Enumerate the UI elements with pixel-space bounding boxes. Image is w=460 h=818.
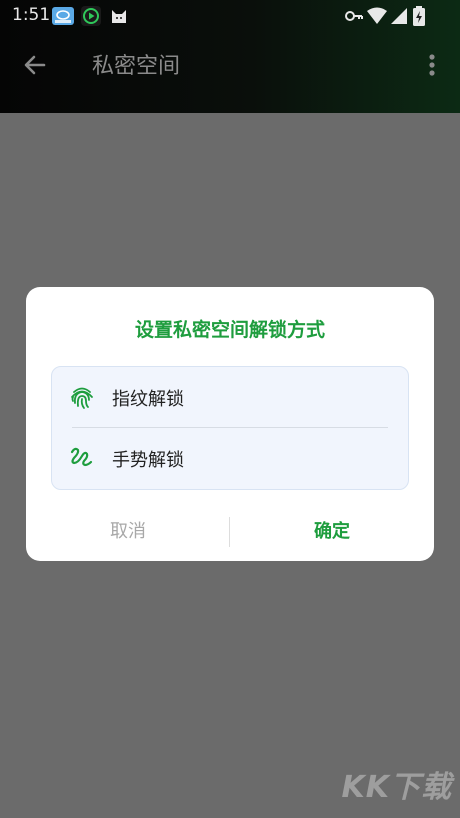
screen: 1:51 私密空间 设置私密空间解锁方式 指纹解锁 手势解锁 取消 确定 KK下… [0,0,460,818]
toolbar: 私密空间 [0,32,460,96]
more-vert-icon[interactable] [420,50,444,80]
fingerprint-icon [71,387,93,409]
play-circle-icon [81,6,101,26]
page-title: 私密空间 [92,54,181,79]
confirm-button[interactable]: 确定 [230,512,434,552]
option-label: 手势解锁 [112,450,184,471]
watermark-logo: KK下载 [341,770,452,805]
app-header: 1:51 私密空间 [0,0,460,113]
status-time: 1:51 [12,5,51,25]
gesture-icon [70,447,93,467]
wifi-icon [367,7,387,24]
option-label: 指纹解锁 [112,389,184,410]
app-badge-icon [52,7,74,25]
unlock-options-list: 指纹解锁 手势解锁 [51,366,409,490]
cat-icon [112,10,126,23]
option-fingerprint-unlock[interactable]: 指纹解锁 [52,367,408,427]
dialog-actions: 取消 确定 [26,512,434,552]
dialog-title: 设置私密空间解锁方式 [134,319,325,341]
arrow-back-icon[interactable] [20,50,50,80]
battery-icon [413,6,425,26]
key-icon [345,11,363,21]
signal-icon [391,8,407,24]
status-bar: 1:51 [0,0,460,32]
option-gesture-unlock[interactable]: 手势解锁 [52,428,408,488]
unlock-method-dialog: 设置私密空间解锁方式 指纹解锁 手势解锁 取消 确定 [26,287,434,561]
cancel-button[interactable]: 取消 [26,512,230,552]
